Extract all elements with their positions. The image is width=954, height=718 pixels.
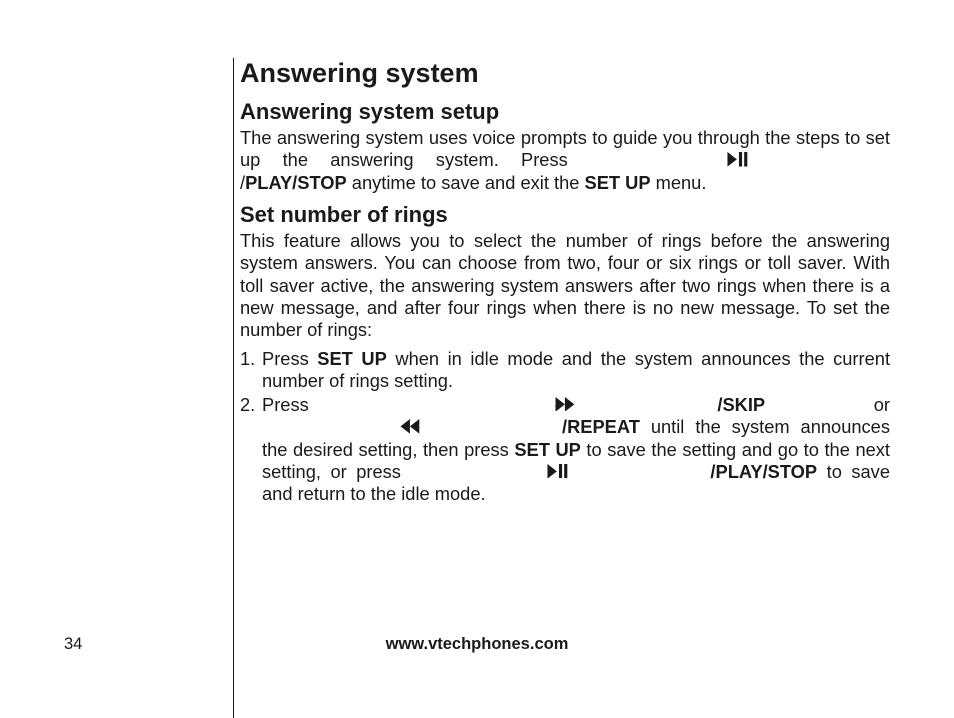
steps-list: 1. Press SET UP when in idle mode and th… <box>240 348 890 506</box>
text: Press <box>262 348 317 369</box>
play-pause-icon <box>410 464 710 479</box>
list-item: 2. Press /SKIP or /REPEAT until the syst… <box>240 394 890 506</box>
section-heading-rings: Set number of rings <box>240 202 890 228</box>
section-heading-setup: Answering system setup <box>240 99 890 125</box>
skip-label: /SKIP <box>717 394 765 415</box>
setup-label: SET UP <box>514 439 581 460</box>
setup-label: SET UP <box>585 172 651 193</box>
setup-label: SET UP <box>317 348 387 369</box>
rings-paragraph: This feature allows you to select the nu… <box>240 230 890 342</box>
list-body: Press /SKIP or /REPEAT until the system … <box>262 394 890 506</box>
text: menu. <box>651 172 707 193</box>
manual-page: Answering system Answering system setup … <box>0 0 954 682</box>
list-number: 2. <box>240 394 262 506</box>
text: anytime to save and exit the <box>347 172 585 193</box>
page-title: Answering system <box>240 58 890 89</box>
list-body: Press SET UP when in idle mode and the s… <box>262 348 890 393</box>
fast-forward-icon <box>417 397 717 412</box>
setup-paragraph: The answering system uses voice prompts … <box>240 127 890 194</box>
rewind-icon <box>262 419 562 434</box>
content-column: Answering system Answering system setup … <box>233 58 890 718</box>
list-item: 1. Press SET UP when in idle mode and th… <box>240 348 890 393</box>
text: or <box>765 394 890 415</box>
footer-url: www.vtechphones.com <box>0 635 954 654</box>
play-stop-label: PLAY/STOP <box>245 172 347 193</box>
play-stop-label: /PLAY/STOP <box>710 461 817 482</box>
text: Press <box>262 394 417 415</box>
list-number: 1. <box>240 348 262 393</box>
play-pause-icon <box>590 152 890 167</box>
repeat-label: /REPEAT <box>562 416 640 437</box>
